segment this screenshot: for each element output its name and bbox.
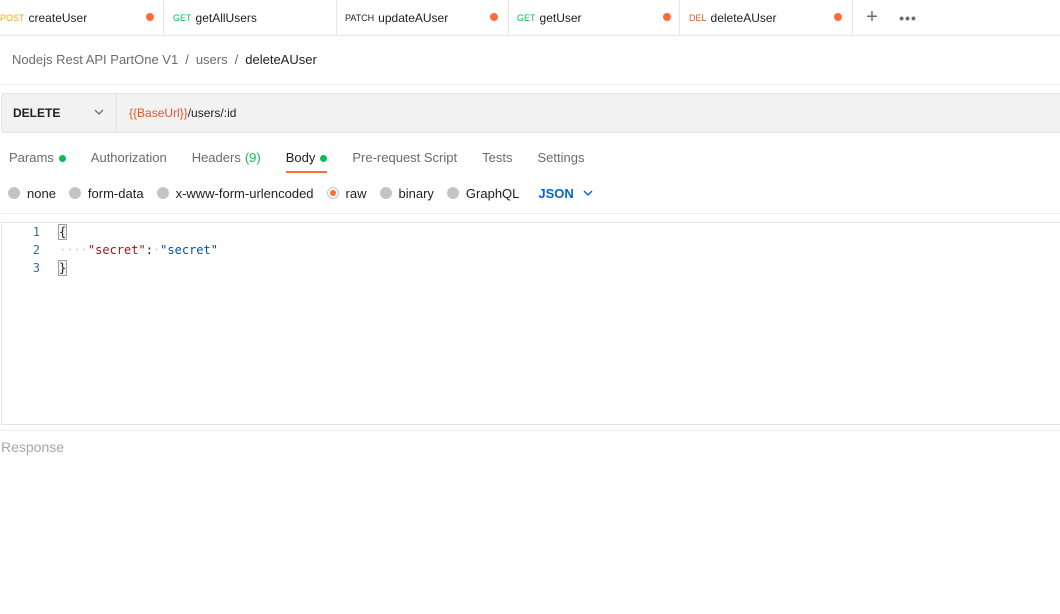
language-dropdown[interactable]: JSON (538, 185, 593, 201)
json-colon: : (145, 243, 153, 257)
language-value: JSON (538, 185, 574, 201)
unsaved-dot-icon (834, 13, 842, 21)
response-panel-title[interactable]: Response (1, 439, 64, 455)
chevron-down-icon (94, 109, 104, 115)
radio-icon (8, 187, 20, 199)
tab-updateAUser[interactable]: PATCH updateAUser (337, 0, 509, 35)
method-dropdown[interactable]: DELETE (2, 94, 117, 132)
radio-icon (379, 187, 392, 199)
tab-method: GET (173, 12, 192, 23)
tab-name: createUser (28, 10, 88, 25)
request-config-tabs: Params Authorization Headers (9) Body Pr… (9, 148, 609, 174)
line-number: 2 (32, 243, 40, 257)
status-dot-icon (320, 155, 328, 162)
breadcrumb-separator: / (185, 52, 189, 67)
breadcrumb-current[interactable]: deleteAUser (245, 52, 317, 67)
radio-raw[interactable]: raw (326, 185, 367, 201)
tab-createUser[interactable]: POST createUser (0, 0, 164, 35)
tab-label: Pre-request Script (352, 150, 458, 165)
radio-selected-icon (326, 187, 339, 199)
body-type-selector: none form-data x-www-form-urlencoded raw… (8, 185, 593, 201)
tab-method: DEL (689, 12, 707, 23)
json-key: "secret" (87, 243, 146, 257)
status-dot-icon (58, 155, 66, 162)
more-horizontal-icon: ••• (899, 9, 917, 26)
line-number: 3 (32, 261, 40, 275)
tab-authorization[interactable]: Authorization (91, 148, 167, 172)
radio-none[interactable]: none (8, 186, 56, 201)
tab-getAllUsers[interactable]: GET getAllUsers (164, 0, 337, 35)
body-code-editor[interactable]: 1 { 2 ····"secret":·"secret" 3 } (1, 222, 1060, 425)
radio-x-www-form-urlencoded[interactable]: x-www-form-urlencoded (156, 185, 314, 201)
request-tab-bar: POST createUser GET getAllUsers PATCH up… (0, 0, 1060, 36)
tab-name: getUser (539, 10, 582, 25)
tab-name: getAllUsers (195, 10, 257, 25)
tab-params[interactable]: Params (9, 148, 66, 172)
headers-count: (9) (244, 150, 261, 165)
tab-headers[interactable]: Headers (9) (192, 148, 261, 172)
unsaved-dot-icon (663, 13, 671, 21)
tab-method: POST (0, 12, 25, 23)
tab-name: deleteAUser (710, 10, 777, 25)
more-tabs-button[interactable]: ••• (891, 0, 925, 35)
breadcrumb: Nodejs Rest API PartOne V1 / users / del… (12, 52, 317, 67)
tab-getUser[interactable]: GET getUser (509, 0, 680, 35)
radio-label: binary (398, 185, 434, 201)
line-number: 1 (32, 225, 40, 239)
tab-method: PATCH (345, 12, 375, 23)
tab-label: Params (9, 150, 54, 165)
unsaved-dot-icon (146, 13, 154, 21)
url-path: /users/:id (187, 106, 237, 120)
url-input[interactable]: {{BaseUrl}}/users/:id (117, 94, 1060, 132)
breadcrumb-folder[interactable]: users (196, 52, 228, 67)
tab-label: Settings (537, 150, 585, 165)
tab-method: GET (517, 12, 536, 23)
divider (0, 213, 1060, 214)
tab-pre-request-script[interactable]: Pre-request Script (352, 148, 457, 172)
plus-icon: + (866, 6, 878, 28)
radio-label: raw (345, 185, 367, 201)
radio-graphql[interactable]: GraphQL (446, 185, 520, 201)
radio-label: form-data (87, 185, 144, 201)
tab-deleteAUser[interactable]: DEL deleteAUser (680, 0, 853, 35)
method-value: DELETE (13, 106, 61, 120)
unsaved-dot-icon (490, 13, 498, 21)
url-variable: {{BaseUrl}} (129, 106, 188, 120)
tab-settings[interactable]: Settings (537, 148, 584, 172)
breadcrumb-collection[interactable]: Nodejs Rest API PartOne V1 (12, 52, 178, 67)
tab-name: updateAUser (378, 10, 449, 25)
tab-label: Headers (191, 150, 241, 165)
radio-binary[interactable]: binary (379, 185, 434, 201)
radio-icon (156, 187, 169, 199)
radio-label: none (27, 185, 56, 201)
tab-tests[interactable]: Tests (482, 148, 512, 172)
tab-label: Tests (482, 150, 513, 165)
whitespace-marker: ···· (59, 243, 88, 257)
radio-icon (446, 187, 459, 199)
url-bar: DELETE {{BaseUrl}}/users/:id (1, 93, 1060, 133)
divider (0, 430, 1060, 431)
tab-label: Body (285, 150, 316, 165)
close-brace: } (57, 260, 68, 276)
divider (0, 84, 1060, 85)
tab-label: Authorization (90, 150, 167, 165)
tab-body[interactable]: Body (285, 148, 328, 173)
radio-label: x-www-form-urlencoded (175, 185, 314, 201)
radio-form-data[interactable]: form-data (68, 185, 144, 201)
radio-label: GraphQL (465, 185, 520, 201)
new-tab-button[interactable]: + (853, 0, 891, 35)
open-brace: { (57, 224, 68, 240)
chevron-down-icon (583, 190, 593, 196)
radio-icon (68, 187, 81, 199)
json-value: "secret" (160, 243, 218, 257)
breadcrumb-separator: / (234, 52, 239, 67)
